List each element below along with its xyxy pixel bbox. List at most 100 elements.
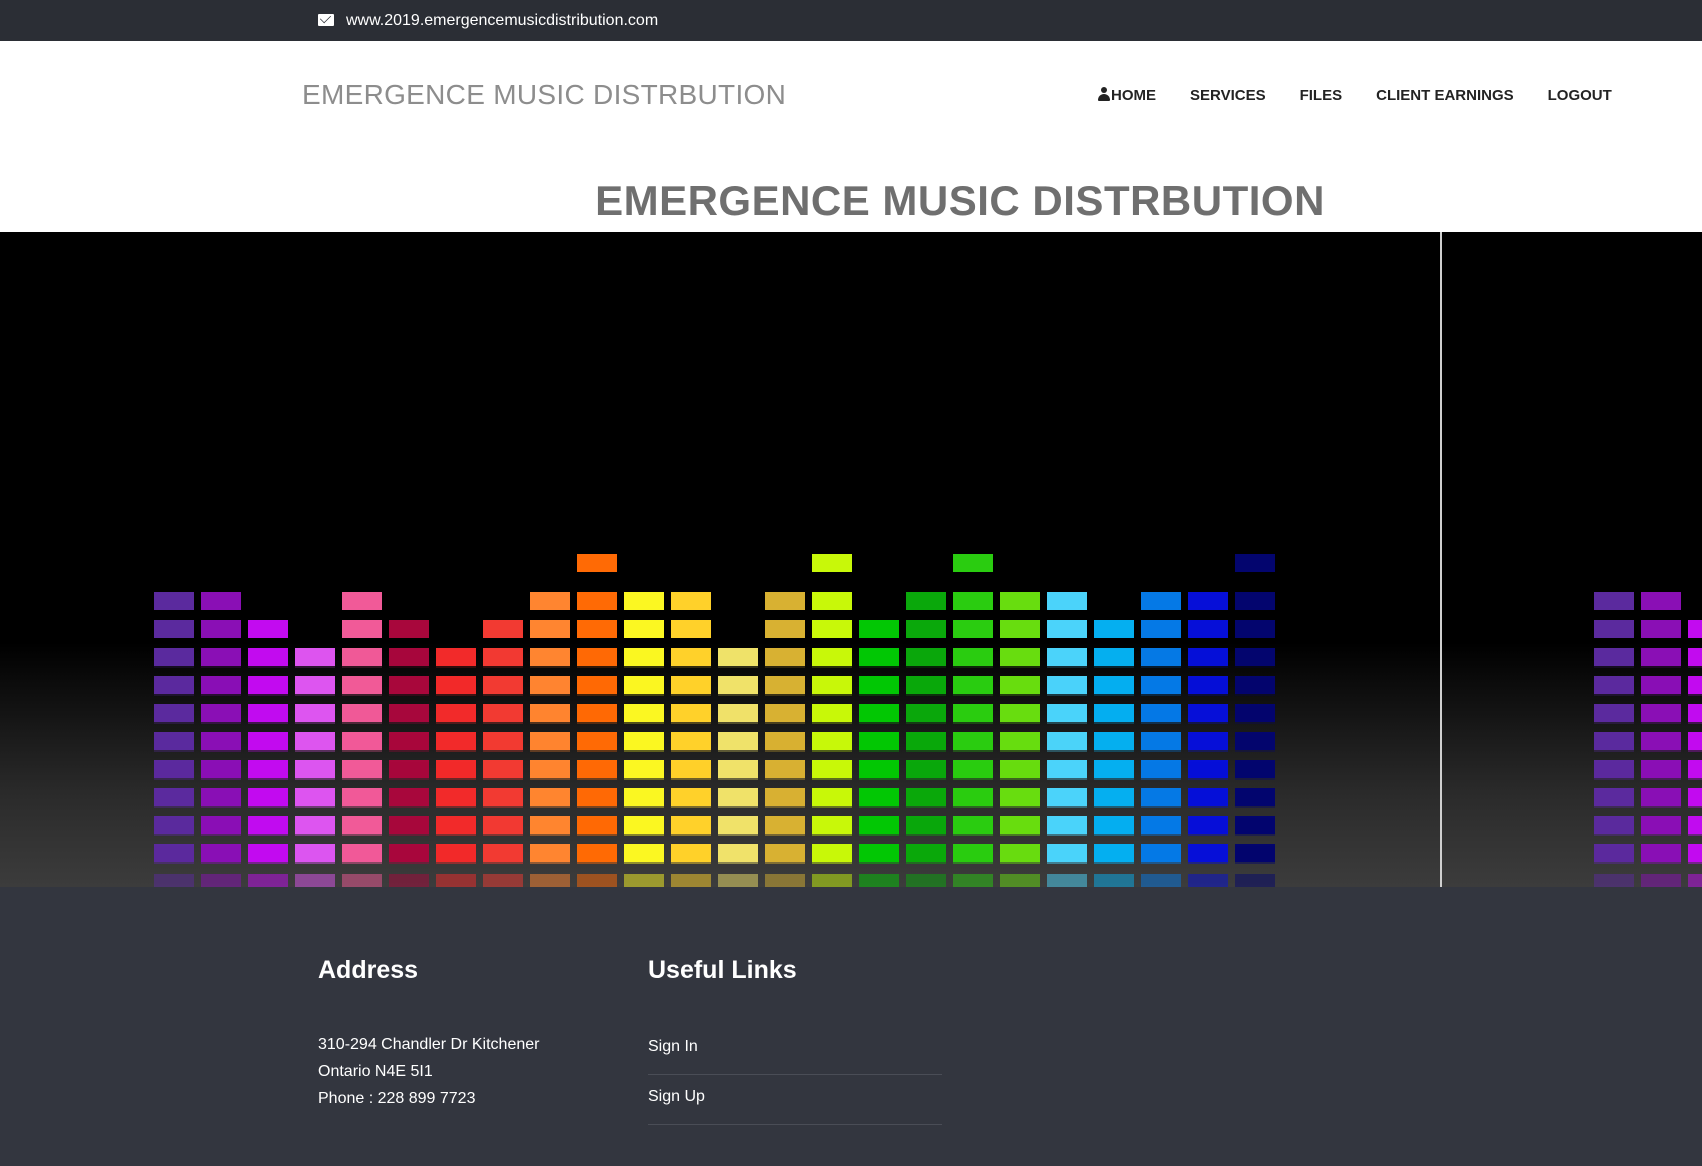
equalizer-segment (577, 592, 617, 610)
equalizer-segment (953, 620, 993, 638)
equalizer-reflection-segment (1094, 706, 1134, 724)
equalizer-reflection-segment (295, 762, 335, 780)
equalizer-reflection-segment (1188, 790, 1228, 808)
equalizer-bars-image (154, 554, 1275, 887)
equalizer-segment (154, 592, 194, 610)
equalizer-reflection-segment (906, 734, 946, 752)
equalizer-reflection-segment (154, 818, 194, 836)
website-url[interactable]: www.2019.emergencemusicdistribution.com (346, 11, 658, 31)
equalizer-segment (1047, 620, 1087, 638)
equalizer-reflection-segment (342, 678, 382, 696)
equalizer-reflection-segment (624, 706, 664, 724)
nav-client-earnings[interactable]: CLIENT EARNINGS (1376, 86, 1514, 106)
equalizer-reflection-segment (483, 762, 523, 780)
equalizer-reflection-segment (342, 706, 382, 724)
nav-logout[interactable]: LOGOUT (1548, 86, 1612, 106)
equalizer-reflection-segment (342, 818, 382, 836)
site-brand[interactable]: EMERGENCE MUSIC DISTRBUTION (302, 78, 786, 112)
equalizer-reflection-segment (1000, 762, 1040, 780)
equalizer-reflection-segment (436, 818, 476, 836)
slide-equalizer-next (1442, 232, 1702, 887)
equalizer-reflection-segment (1141, 762, 1181, 780)
equalizer-reflection-segment (1000, 818, 1040, 836)
equalizer-segment (1641, 592, 1681, 610)
hero-slider[interactable] (0, 232, 1702, 887)
sign-in-link[interactable]: Sign In (648, 1034, 942, 1075)
equalizer-reflection-segment (201, 874, 241, 887)
equalizer-reflection-segment (295, 734, 335, 752)
equalizer-reflection-segment (201, 790, 241, 808)
equalizer-reflection-segment (530, 818, 570, 836)
equalizer-reflection-segment (389, 762, 429, 780)
equalizer-reflection-segment (248, 650, 288, 668)
equalizer-reflection-segment (154, 874, 194, 887)
equalizer-reflection-segment (295, 818, 335, 836)
equalizer-reflection-segment (1141, 846, 1181, 864)
equalizer-reflection-segment (342, 762, 382, 780)
equalizer-reflection-segment (1594, 762, 1634, 780)
top-bar: www.2019.emergencemusicdistribution.com (0, 0, 1702, 41)
equalizer-reflection-segment (1594, 846, 1634, 864)
equalizer-reflection-segment (1141, 818, 1181, 836)
equalizer-reflection-segment (1641, 874, 1681, 887)
equalizer-reflection-segment (1641, 678, 1681, 696)
equalizer-reflection-segment (718, 818, 758, 836)
nav-services[interactable]: SERVICES (1190, 86, 1266, 106)
equalizer-reflection-segment (1688, 678, 1702, 696)
nav-files[interactable]: FILES (1300, 86, 1343, 106)
equalizer-reflection-segment (530, 678, 570, 696)
equalizer-reflection-segment (1141, 706, 1181, 724)
equalizer-reflection-segment (906, 790, 946, 808)
equalizer-reflection-segment (530, 734, 570, 752)
equalizer-reflection-segment (812, 818, 852, 836)
equalizer-segment (1000, 620, 1040, 638)
equalizer-reflection-segment (859, 846, 899, 864)
equalizer-reflection-segment (248, 706, 288, 724)
page-title: EMERGENCE MUSIC DISTRBUTION (595, 177, 1325, 224)
equalizer-reflection-segment (1641, 762, 1681, 780)
nav-home-label: HOME (1111, 87, 1156, 104)
equalizer-reflection-segment (1594, 678, 1634, 696)
equalizer-reflection-segment (248, 818, 288, 836)
equalizer-reflection-segment (671, 678, 711, 696)
equalizer-reflection-segment (624, 678, 664, 696)
equalizer-reflection-segment (859, 818, 899, 836)
equalizer-reflection-segment (483, 706, 523, 724)
equalizer-reflection-segment (953, 650, 993, 668)
equalizer-reflection-segment (1047, 846, 1087, 864)
equalizer-reflection-segment (671, 790, 711, 808)
equalizer-reflection-segment (1235, 818, 1275, 836)
address-block: 310-294 Chandler Dr Kitchener Ontario N4… (318, 1031, 539, 1112)
equalizer-reflection-segment (624, 846, 664, 864)
equalizer-reflection-segment (1594, 734, 1634, 752)
equalizer-reflection-segment (906, 678, 946, 696)
sign-up-link[interactable]: Sign Up (648, 1075, 942, 1125)
equalizer-reflection-segment (1688, 762, 1702, 780)
equalizer-reflection-segment (812, 790, 852, 808)
equalizer-reflection-segment (812, 734, 852, 752)
equalizer-reflection-segment (483, 874, 523, 887)
address-line-1: 310-294 Chandler Dr Kitchener (318, 1036, 540, 1053)
address-heading: Address (318, 956, 419, 984)
equalizer-reflection-segment (671, 650, 711, 668)
equalizer-segment (671, 620, 711, 638)
equalizer-reflection-segment (295, 650, 335, 668)
equalizer-reflection-segment (1235, 650, 1275, 668)
equalizer-reflection-segment (718, 874, 758, 887)
equalizer-reflection-segment (483, 650, 523, 668)
equalizer-reflection-segment (765, 734, 805, 752)
equalizer-segment (1235, 592, 1275, 610)
equalizer-reflection-segment (953, 762, 993, 780)
equalizer-segment (201, 620, 241, 638)
equalizer-reflection-segment (389, 734, 429, 752)
equalizer-reflection-segment (765, 846, 805, 864)
equalizer-reflection-segment (295, 846, 335, 864)
equalizer-reflection-segment (436, 762, 476, 780)
equalizer-segment (1141, 592, 1181, 610)
equalizer-reflection-segment (953, 874, 993, 887)
nav-home[interactable]: HOME (1098, 86, 1156, 106)
equalizer-reflection-segment (1047, 818, 1087, 836)
equalizer-reflection-segment (248, 678, 288, 696)
equalizer-reflection-segment (530, 706, 570, 724)
equalizer-reflection-segment (389, 874, 429, 887)
